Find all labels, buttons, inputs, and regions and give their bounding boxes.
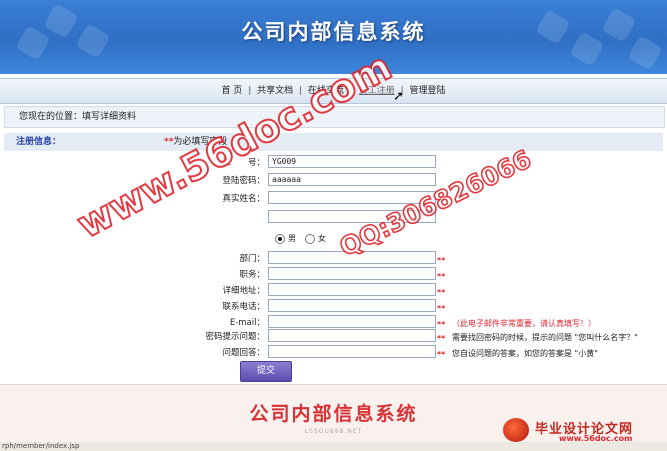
required-star: **	[437, 334, 446, 343]
employee-id-input[interactable]: YG009	[268, 155, 436, 168]
required-star: **	[437, 272, 446, 281]
site-logo: 毕业设计论文网 www.56doc.com	[503, 418, 663, 444]
address-label: 详细地址：	[222, 286, 265, 296]
email-label: E-mail：	[229, 318, 265, 328]
site-title: 公司内部信息系统	[241, 20, 426, 44]
question-hint: 需要找回密码的时候，提示的问题 "您叫什么名字？"	[452, 333, 638, 342]
nav-separator: |	[248, 86, 252, 96]
required-star: **	[437, 320, 446, 329]
answer-hint: 您自设问题的答案，如您的答案是 "小黄"	[452, 349, 598, 358]
gender-male-label: 男	[288, 234, 296, 243]
section-title: 注册信息：	[16, 137, 62, 147]
question-input[interactable]	[268, 329, 436, 342]
position-label: 职务：	[239, 270, 265, 280]
question-label: 密码提示问题：	[205, 332, 265, 342]
address-input[interactable]	[268, 283, 436, 296]
required-star: **	[437, 288, 446, 297]
nav-item-home[interactable]: 首 页	[221, 86, 242, 96]
email-input[interactable]	[268, 315, 436, 328]
breadcrumb-text: 您现在的位置：填写详细资料	[19, 112, 137, 122]
required-star: **	[437, 350, 446, 359]
submit-button[interactable]: 提交	[240, 361, 292, 382]
email-hint: （此电子邮件非常重要，请认真填写！）	[452, 319, 596, 328]
gender-female-label: 女	[318, 234, 326, 243]
gender-male-radio[interactable]	[275, 234, 285, 244]
gender-female-radio[interactable]	[305, 234, 315, 244]
header-banner: 公司内部信息系统	[0, 0, 667, 74]
phone-label: 联系电话：	[222, 302, 265, 312]
phone-input[interactable]	[268, 299, 436, 312]
form-section-header: 注册信息： **为必填写字段	[4, 133, 663, 151]
department-label: 部门：	[239, 254, 265, 264]
mouse-pointer-icon: ➚	[393, 89, 404, 104]
password-input[interactable]: aaaaaa	[268, 173, 436, 186]
logo-badge-icon	[503, 418, 529, 442]
answer-label: 问题回答：	[222, 348, 265, 358]
status-bar: rph/member/index.jsp	[0, 442, 667, 451]
required-star: **	[437, 256, 446, 265]
nav-item-admin-login[interactable]: 管理登陆	[410, 86, 446, 96]
answer-input[interactable]	[268, 345, 436, 358]
required-marker: **	[164, 137, 174, 147]
position-input[interactable]	[268, 267, 436, 280]
required-star: **	[437, 304, 446, 313]
